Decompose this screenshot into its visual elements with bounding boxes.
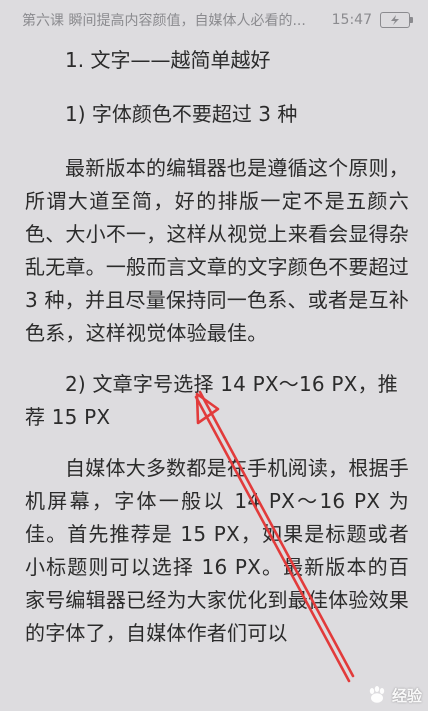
status-bar: 第六课 瞬间提高内容颜值，自媒体人必看的... 15:47 <box>0 0 428 40</box>
status-time: 15:47 <box>331 12 372 28</box>
section-heading: 1. 文字——越简单越好 <box>65 48 271 72</box>
paragraph-font-size: 自媒体大多数都是在手机阅读，根据手机屏幕，字体一般以 14 PX～16 PX 为… <box>25 456 409 645</box>
battery-charging-icon <box>380 12 413 28</box>
watermark-text: 经验 <box>391 686 422 705</box>
paragraph-font-color: 最新版本的编辑器也是遵循这个原则，所谓大道至简，好的排版一定不是五颜六色、大小不… <box>25 156 409 345</box>
subsection-heading: 1) 字体颜色不要超过 3 种 <box>65 102 298 126</box>
baidu-paw-icon <box>369 686 385 703</box>
article-content: 1. 文字——越简单越好 1) 字体颜色不要超过 3 种 最新版本的编辑器也是遵… <box>25 44 409 668</box>
watermark: 经验 <box>365 683 422 707</box>
page-title: 第六课 瞬间提高内容颜值，自媒体人必看的... <box>22 13 306 29</box>
subsection-heading-font-size: 2) 文章字号选择 14 PX～16 PX，推荐 15 PX <box>25 372 398 429</box>
